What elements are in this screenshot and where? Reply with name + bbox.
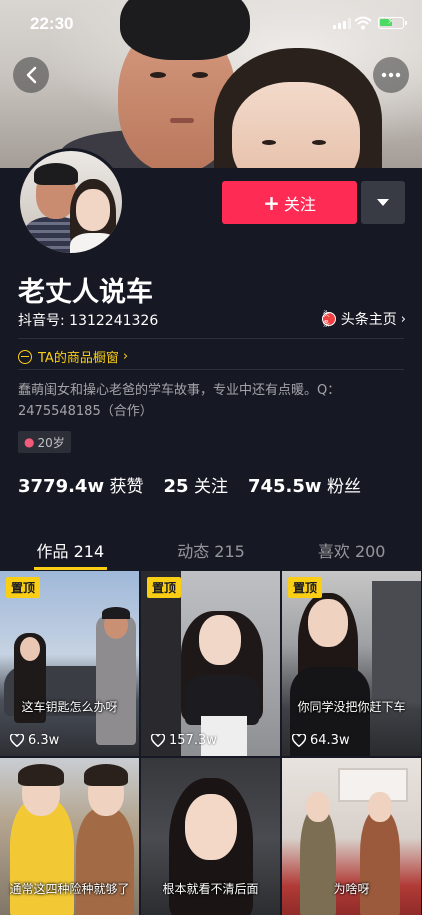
likes-count: 3779.4w [18,476,105,497]
video-caption: 这车钥匙怎么办呀 [21,700,118,714]
following-stat[interactable]: 25 关注 [164,472,228,497]
following-label: 关注 [193,477,228,497]
likes-label: 获赞 [109,477,144,497]
more-dots-icon [381,72,401,78]
heart-icon [151,734,165,747]
signal-icon [333,18,351,29]
video-likes: 157.3w [151,733,217,748]
pinned-badge: 置顶 [147,577,182,598]
toutiao-homepage-link[interactable]: 头条 头条主页 › [321,309,406,329]
video-thumbnail[interactable]: 置顶 这车钥匙怎么办呀 6.3w [0,571,139,756]
video-thumbnail[interactable]: 置顶 你同学没把你赶下车 64.3w [282,571,421,756]
back-button[interactable] [13,57,49,93]
following-count: 25 [163,476,189,497]
video-thumbnail[interactable]: 置顶 157.3w [141,571,280,756]
douyin-id: 抖音号: 1312241326 [18,313,159,329]
shop-label: TA的商品橱窗 [38,351,119,366]
status-time: 22:30 [30,14,74,33]
caret-down-icon [377,199,389,206]
video-caption: 为啥呀 [333,882,370,896]
toutiao-label: 头条主页 [340,312,397,328]
video-caption: 根本就看不清后面 [162,882,259,896]
toutiao-icon: 头条 [321,310,336,328]
plus-icon: + [263,190,280,215]
tab-dynamics[interactable]: 动态 215 [141,530,282,568]
followers-stat[interactable]: 745.5w 粉丝 [248,472,361,497]
chevron-left-icon [26,66,37,84]
heart-icon [292,734,306,747]
avatar[interactable] [17,148,125,256]
likes-count: 157.3w [169,733,217,748]
follow-label: 关注 [283,194,316,214]
profile-name: 老丈人说车 [18,277,153,308]
tab-likes[interactable]: 喜欢 200 [281,530,422,568]
shop-window-link[interactable]: TA的商品橱窗 › [18,347,128,366]
followers-label: 粉丝 [326,477,361,497]
recommend-dropdown-button[interactable] [361,181,405,224]
likes-stat[interactable]: 3779.4w 获赞 [18,472,144,497]
wifi-icon [354,16,372,30]
heart-icon [10,734,24,747]
tab-works[interactable]: 作品 214 [0,530,141,570]
likes-count: 6.3w [28,733,60,748]
pinned-badge: 置顶 [6,577,41,598]
video-likes: 64.3w [292,733,350,748]
divider [18,338,404,339]
chevron-right-icon: › [400,311,406,327]
status-bar: 22:30 ⚡ [0,0,422,48]
pinned-badge: 置顶 [288,577,323,598]
follow-button[interactable]: + 关注 [222,181,357,224]
profile-bio: 蠢萌闺女和操心老爸的学车故事，专业中还有点暖。Q：2475548185（合作） [18,383,341,419]
video-thumbnail[interactable]: 为啥呀 [282,758,421,915]
battery-icon: ⚡ [378,16,407,29]
profile-stats: 3779.4w 获赞 25 关注 745.5w 粉丝 [18,472,381,497]
age-badge: ● 20岁 [18,431,71,453]
video-caption: 通常这四种险种就够了 [9,882,130,896]
likes-count: 64.3w [310,733,350,748]
divider [18,369,404,370]
age-label: 20岁 [37,435,65,450]
shop-icon [18,349,32,364]
video-thumbnail[interactable]: 根本就看不清后面 [141,758,280,915]
video-likes: 6.3w [10,733,59,748]
followers-count: 745.5w [247,476,322,497]
profile-tabs: 作品 214 动态 215 喜欢 200 [0,530,422,570]
video-thumbnail[interactable]: 通常这四种险种就够了 [0,758,139,915]
video-caption: 你同学没把你赶下车 [297,700,406,714]
chevron-right-icon: › [122,349,129,364]
female-icon: ● [24,435,35,449]
more-options-button[interactable] [373,57,409,93]
